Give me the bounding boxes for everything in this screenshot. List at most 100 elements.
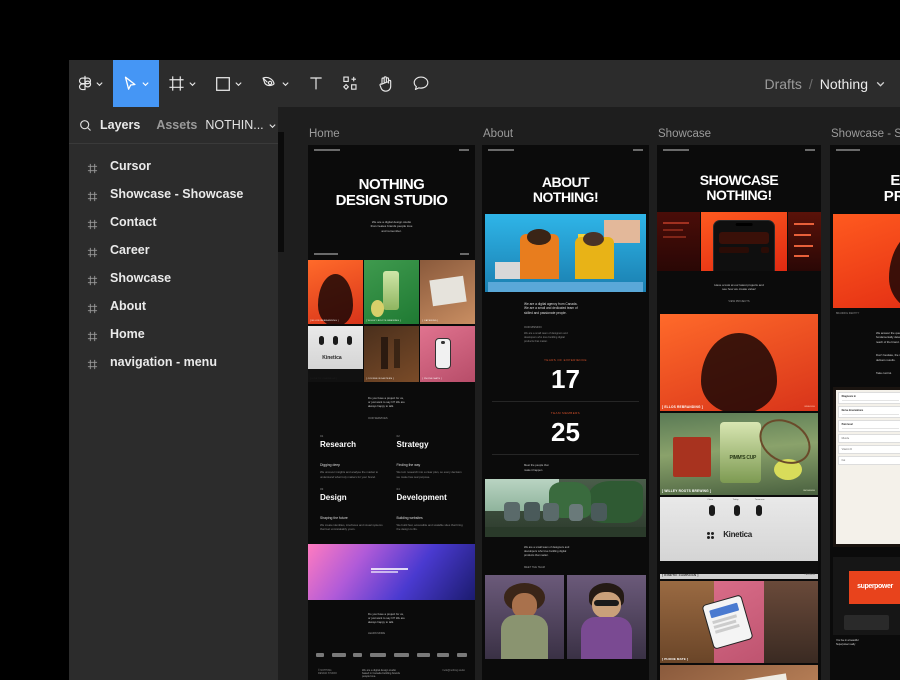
home-gradient-banner[interactable]	[308, 544, 475, 600]
search-icon[interactable]	[79, 119, 92, 132]
frame-tool-button[interactable]	[159, 60, 206, 107]
home-logo-strip	[308, 649, 475, 661]
layer-label: About	[110, 299, 146, 313]
text-t-icon	[308, 75, 324, 92]
detail-hero-line2: PRO	[830, 189, 900, 205]
frame-label-showcase[interactable]: Showcase	[658, 128, 711, 140]
service-title: Development	[397, 493, 464, 502]
chevron-down-icon	[234, 79, 243, 88]
home-project-2[interactable]: [ WILLEY ROOTS BREWING ]	[364, 260, 419, 324]
comment-tool-button[interactable]	[403, 60, 439, 107]
home-kinetica-word: Kinetica	[322, 355, 341, 361]
actions-tool-button[interactable]	[333, 60, 368, 107]
showcase-project-catering[interactable]: CATERING [ CATERING ]	[660, 665, 818, 680]
layer-row-home[interactable]: Home	[69, 320, 278, 348]
shape-tool-button[interactable]	[206, 60, 252, 107]
showcase-project-brewing[interactable]: PIMM'S CUP [ WILLEY ROOTS BREWING ] PACK…	[660, 413, 818, 495]
showcase-hero-left[interactable]	[657, 212, 700, 271]
home-footer-left: © NOTHING DESIGN STUDIO	[318, 669, 352, 678]
about-stat-value-1: 17	[492, 364, 639, 395]
figma-logo-icon	[78, 75, 92, 93]
hand-icon	[377, 75, 394, 93]
about-team-photo[interactable]	[485, 479, 646, 537]
layer-row-career[interactable]: Career	[69, 236, 278, 264]
layer-row-about[interactable]: About	[69, 292, 278, 320]
frame-label-showcase-detail[interactable]: Showcase - Sho	[831, 128, 900, 140]
tab-layers[interactable]: Layers	[92, 118, 148, 132]
layer-row-cursor[interactable]: Cursor	[69, 152, 278, 180]
showcase-showcase-frame[interactable]: Showcase - Sho EL PRO BRANDING IDENTITY …	[830, 145, 900, 680]
showcase-project-phone[interactable]: [ PHONE MATE ]	[660, 581, 818, 663]
service-sub: Building websites	[397, 516, 464, 520]
file-name[interactable]: Nothing	[820, 76, 868, 92]
home-frame[interactable]: Home NOTHING DESIGN STUDIO We are a digi…	[308, 145, 475, 680]
home-project-1[interactable]: [ ELLOS REBRANDING ]	[308, 260, 363, 324]
service-num: 01	[320, 434, 387, 438]
detail-list-image[interactable]: Diagnosis in Nerve Innervations Pain lev…	[833, 387, 900, 547]
about-team-label: MEET THE TEAM	[524, 566, 649, 569]
frame-icon	[168, 75, 185, 92]
home-project-4[interactable]: Kinetica [ KINETIC CAMPAIGN ]	[308, 326, 363, 382]
detail-superpower-image[interactable]: superpower	[833, 557, 900, 635]
page-selector-label: NOTHIN...	[205, 118, 263, 132]
home-services-intro: Do you have a project for us, or just wa…	[368, 396, 475, 409]
about-member-1[interactable]: Sarah Mayers	[485, 575, 564, 659]
home-service-2: 02 Strategy Finding the way We turn rese…	[397, 434, 464, 479]
about-stat-label-1: YEARS OF EXPERIENCE	[492, 358, 639, 362]
home-project-3[interactable]: [ CATERING ]	[420, 260, 475, 324]
tab-assets[interactable]: Assets	[148, 118, 205, 132]
text-tool-button[interactable]	[299, 60, 333, 107]
home-project-5[interactable]: [ COFFEE ROASTERS ]	[364, 326, 419, 382]
home-badge-5: [ COFFEE ROASTERS ]	[366, 378, 394, 380]
showcase-project-kinetica[interactable]: Clean Today Tomorrow Kinetica	[660, 497, 818, 579]
showcase-frame[interactable]: Showcase SHOWCASE NOTHING!	[657, 145, 821, 680]
frame-label-about[interactable]: About	[483, 128, 513, 140]
page-selector[interactable]: NOTHIN...	[205, 118, 276, 132]
layer-label: navigation - menu	[110, 355, 217, 369]
home-hero-line1: NOTHING	[308, 177, 475, 193]
home-contact-link[interactable]: LEARN MORE	[368, 632, 475, 635]
layer-label: Career	[110, 243, 150, 257]
figma-menu-button[interactable]	[69, 60, 113, 107]
layer-row-navigation-menu[interactable]: navigation - menu	[69, 348, 278, 376]
detail-hero-line1: EL	[830, 173, 900, 189]
showcase-project-ellos[interactable]: [ ELLOS REBRANDING ] BRANDING	[660, 314, 818, 411]
detail-list-item-3: Pain level	[842, 423, 900, 426]
showcase-hero-phone[interactable]	[701, 212, 787, 271]
frame-label-home[interactable]: Home	[309, 128, 340, 140]
showcase-hero-line1: SHOWCASE	[657, 173, 821, 188]
home-badge-1: [ ELLOS REBRANDING ]	[310, 320, 339, 322]
detail-hero-image[interactable]	[833, 214, 900, 308]
home-badge-3: [ CATERING ]	[422, 320, 438, 322]
showcase-kinetica-word: Kinetica	[723, 530, 752, 539]
service-title: Strategy	[397, 440, 464, 449]
layer-row-contact[interactable]: Contact	[69, 208, 278, 236]
home-services-grid: 01 Research Digging deep We uncover insi…	[308, 434, 475, 531]
about-hero-image[interactable]	[485, 214, 646, 292]
detail-superpower-word: superpower	[857, 583, 893, 590]
rectangle-icon	[215, 76, 231, 92]
home-footer-mid: We are a digital design studio based in …	[362, 669, 421, 678]
service-num: 04	[397, 487, 464, 491]
file-menu-chevron-down-icon[interactable]	[875, 76, 886, 92]
home-hero-sub: We are a digital design studio that crea…	[308, 220, 475, 234]
showcase-hero-link[interactable]: VIEW PROJECTS	[657, 300, 821, 303]
showcase-hero-line2: NOTHING!	[657, 188, 821, 203]
pen-tool-button[interactable]	[252, 60, 299, 107]
chevron-down-icon	[188, 79, 197, 88]
hand-tool-button[interactable]	[368, 60, 403, 107]
layer-row-showcase-showcase[interactable]: Showcase - Showcase	[69, 180, 278, 208]
home-project-6[interactable]: [ PHONE MATE ]	[420, 326, 475, 382]
layer-row-showcase[interactable]: Showcase	[69, 264, 278, 292]
about-intro: We are a digital agency from Canada. We …	[524, 302, 649, 316]
about-member-2[interactable]: Matthew Enga	[567, 575, 646, 659]
service-num: 02	[397, 434, 464, 438]
layer-label: Home	[110, 327, 145, 341]
showcase-hero-right[interactable]	[788, 212, 821, 271]
breadcrumb-project[interactable]: Drafts	[765, 76, 802, 92]
home-badge-4: [ KINETIC CAMPAIGN ]	[310, 378, 337, 380]
screen: Drafts / Nothing E S	[0, 0, 900, 680]
move-tool-button[interactable]	[113, 60, 159, 107]
about-frame[interactable]: About ABOUT NOTHING!	[482, 145, 649, 680]
layer-label: Showcase	[110, 271, 171, 285]
